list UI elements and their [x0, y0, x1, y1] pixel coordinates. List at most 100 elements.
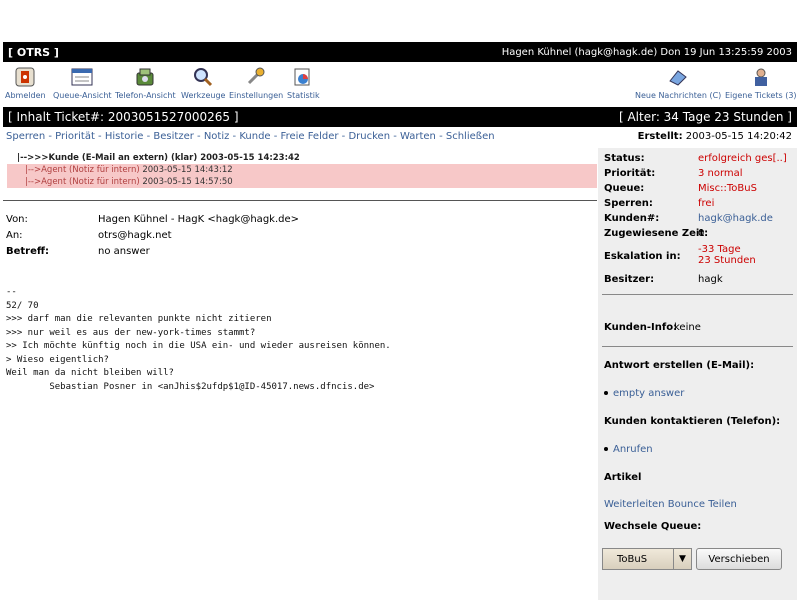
lock-row: Sperren: frei [604, 198, 714, 209]
menu-pending[interactable]: Warten [400, 131, 436, 142]
phone-view-icon [134, 66, 156, 88]
customer-info-row: Kunden-Info:keine [604, 322, 701, 333]
tools-button[interactable]: Werkzeuge [181, 66, 225, 100]
queue-view-button[interactable]: Queue-Ansicht [53, 66, 112, 100]
settings-button[interactable]: Einstellungen [229, 66, 283, 100]
article-thread: |-->>>Kunde (E-Mail an extern) (klar) 20… [7, 152, 597, 188]
article-body: -- 52/ 70 >>> darf man die relevanten pu… [6, 287, 391, 392]
bullet-icon [604, 447, 608, 451]
owner-row: Besitzer: hagk [604, 274, 723, 285]
app-title: [ OTRS ] [8, 45, 59, 59]
move-button[interactable]: Verschieben [696, 548, 782, 570]
escalation-row: Eskalation in: -33 Tage 23 Stunden [604, 244, 756, 266]
tools-label: Werkzeuge [181, 91, 226, 100]
priority-row: Priorität: 3 normal [604, 168, 743, 179]
stats-label: Statistik [287, 91, 320, 100]
escalation-hours: 23 Stunden [698, 255, 756, 266]
queue-row: Queue: Misc::ToBuS [604, 183, 757, 194]
own-tickets-button[interactable]: Eigene Tickets (3) [725, 66, 797, 100]
customer-info-value: keine [674, 322, 701, 333]
thread-item-text: |-->>>Kunde (E-Mail an extern) (klar) 20… [17, 153, 300, 163]
created-value: 2003-05-15 14:20:42 [685, 131, 792, 142]
logout-label: Abmelden [5, 91, 46, 100]
queue-change-heading: Wechsele Queue: [604, 521, 702, 532]
logout-button[interactable]: Abmelden [5, 66, 46, 100]
stats-button[interactable]: Statistik [287, 66, 320, 100]
status-label: Status: [604, 153, 645, 164]
menu-customer[interactable]: Kunde [239, 131, 270, 142]
toolbar: Abmelden Queue-Ansicht Telefon-Ansicht W… [3, 64, 797, 106]
customer-value[interactable]: hagk@hagk.de [698, 213, 773, 224]
menu-history[interactable]: Historie [105, 131, 144, 142]
menu-note[interactable]: Notiz [204, 131, 230, 142]
ticket-action-menu: Sperren - Priorität - Historie - Besitze… [6, 131, 495, 142]
ticket-header-bar: [ Inhalt Ticket#: 2003051527000265 ] [ A… [3, 107, 797, 127]
call-label: Anrufen [613, 444, 653, 455]
sidebar-divider [602, 294, 793, 295]
queue-select-value: ToBuS [617, 553, 648, 565]
thread-item-agent[interactable]: |-->Agent (Notiz für intern) 2003-05-15 … [7, 176, 597, 188]
menu-owner[interactable]: Besitzer [153, 131, 193, 142]
status-value: erfolgreich ges[..] [698, 153, 787, 164]
article-heading: Artikel [604, 472, 642, 483]
menu-close[interactable]: Schließen [446, 131, 495, 142]
thread-divider [3, 200, 597, 201]
menu-free-fields[interactable]: Freie Felder [281, 131, 339, 142]
thread-item-text: |-->Agent (Notiz für intern) [25, 165, 143, 175]
created-info: Erstellt: 2003-05-15 14:20:42 [638, 131, 792, 142]
logout-icon [14, 66, 36, 88]
subject-value: no answer [98, 246, 150, 257]
new-messages-button[interactable]: Neue Nachrichten (C) [635, 66, 721, 100]
menu-lock[interactable]: Sperren [6, 131, 45, 142]
escalation-label: Eskalation in: [604, 251, 681, 262]
empty-answer-link[interactable]: empty answer [604, 388, 684, 399]
thread-item-customer[interactable]: |-->>>Kunde (E-Mail an extern) (klar) 20… [7, 152, 597, 164]
thread-item-time: 2003-05-15 14:57:50 [142, 177, 233, 187]
settings-label: Einstellungen [229, 91, 284, 100]
user-info: Hagen Kühnel (hagk@hagk.de) Don 19 Jun 1… [501, 46, 792, 58]
sidebar-divider [602, 346, 793, 347]
status-row: Status: erfolgreich ges[..] [604, 153, 787, 164]
ticket-number: [ Inhalt Ticket#: 2003051527000265 ] [8, 110, 239, 124]
queue-value[interactable]: Misc::ToBuS [698, 183, 757, 194]
app-titlebar: [ OTRS ] Hagen Kühnel (hagk@hagk.de) Don… [3, 42, 797, 62]
to-value: otrs@hagk.net [98, 230, 172, 241]
own-tickets-label: Eigene Tickets (3) [725, 91, 797, 100]
thread-item-time: 2003-05-15 14:43:12 [142, 165, 233, 175]
desktop-top [0, 0, 800, 40]
phone-view-button[interactable]: Telefon-Ansicht [115, 66, 176, 100]
contact-heading: Kunden kontaktieren (Telefon): [604, 416, 781, 427]
queue-select[interactable]: ToBuS ▼ [602, 548, 692, 570]
magnifier-icon [192, 66, 214, 88]
bullet-icon [604, 391, 608, 395]
from-label: Von: [6, 214, 28, 225]
queue-label: Queue: [604, 183, 645, 194]
lock-label: Sperren: [604, 198, 653, 209]
escalation-days: -33 Tage [698, 244, 741, 255]
time-label: Zugewiesene Zeit: [604, 228, 709, 239]
priority-value: 3 normal [698, 168, 743, 179]
escalation-value: -33 Tage 23 Stunden [698, 244, 756, 266]
call-link[interactable]: Anrufen [604, 444, 653, 455]
article-actions-link[interactable]: Weiterleiten Bounce Teilen [604, 499, 737, 510]
chevron-down-icon[interactable]: ▼ [673, 549, 691, 569]
new-message-icon [667, 66, 689, 88]
to-label: An: [6, 230, 23, 241]
thread-item-agent[interactable]: |-->Agent (Notiz für intern) 2003-05-15 … [7, 164, 597, 176]
stats-icon [292, 66, 314, 88]
priority-label: Priorität: [604, 168, 656, 179]
wrench-icon [245, 66, 267, 88]
created-label: Erstellt: [637, 131, 683, 142]
empty-answer-label: empty answer [613, 388, 685, 399]
time-row: Zugewiesene Zeit:0 [604, 228, 709, 239]
thread-item-text: |-->Agent (Notiz für intern) [25, 177, 143, 187]
from-value: Hagen Kühnel - HagK <hagk@hagk.de> [98, 214, 300, 225]
ticket-sidebar: Status: erfolgreich ges[..] Priorität: 3 n… [598, 148, 797, 600]
phone-view-label: Telefon-Ansicht [115, 91, 176, 100]
queue-view-label: Queue-Ansicht [53, 91, 112, 100]
time-value: 0 [698, 228, 705, 239]
menu-print[interactable]: Drucken [348, 131, 390, 142]
customer-row: Kunden#: hagk@hagk.de [604, 213, 773, 224]
ticket-age: [ Alter: 34 Tage 23 Stunden ] [618, 110, 792, 124]
menu-priority[interactable]: Priorität [55, 131, 95, 142]
